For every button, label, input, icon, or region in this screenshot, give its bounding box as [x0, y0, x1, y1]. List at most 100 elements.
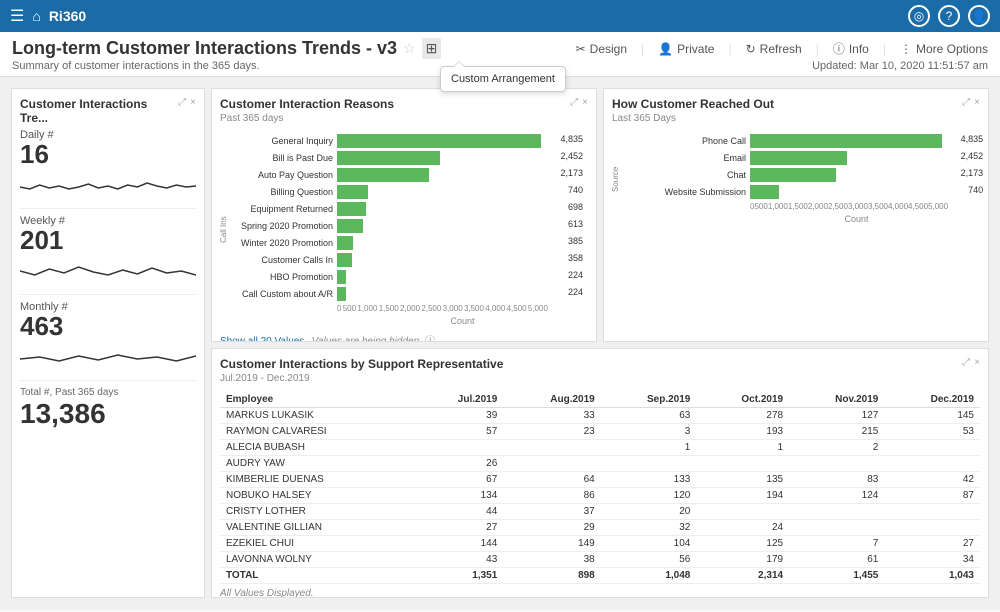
table-cell-value — [789, 504, 884, 520]
table-cell-value: 215 — [789, 424, 884, 440]
table-cell-value: 149 — [503, 536, 600, 552]
private-action[interactable]: 👤 Private — [658, 42, 714, 56]
table-cell-value: 144 — [414, 536, 503, 552]
table-cell-value — [696, 504, 789, 520]
table-cell-value: 67 — [414, 472, 503, 488]
interaction-menu-icon[interactable]: × — [582, 97, 588, 108]
table-expand-icon[interactable]: ⤢ — [962, 357, 970, 368]
more-options-action[interactable]: ⋮ More Options — [900, 42, 988, 56]
bar-label: Customer Calls In — [232, 255, 337, 265]
kpi-monthly-sparkline — [20, 339, 196, 367]
table-cell-value: 34 — [884, 552, 980, 568]
bar-fill — [337, 270, 346, 284]
kpi-menu-icon[interactable]: × — [190, 97, 196, 108]
table-header: Employee — [220, 392, 414, 408]
hidden-note: Values are being hidden. — [312, 336, 422, 342]
show-all-link[interactable]: Show all 20 Values — [220, 336, 304, 342]
private-icon: 👤 — [658, 42, 673, 56]
bar-container: 740 — [337, 185, 548, 199]
table-cell-value: 27 — [884, 536, 980, 552]
table-row: CRISTY LOTHER443720 — [220, 504, 980, 520]
table-cell-value: 3 — [601, 424, 697, 440]
bar-fill — [337, 202, 366, 216]
table-cell-value: 1,048 — [601, 568, 697, 584]
how-reached-title: How Customer Reached Out — [612, 97, 774, 111]
table-row: TOTAL1,3518981,0482,3141,4551,043 — [220, 568, 980, 584]
refresh-icon: ↻ — [746, 42, 756, 56]
kpi-weekly-sparkline — [20, 253, 196, 281]
bar-label: Equipment Returned — [232, 204, 337, 214]
refresh-action[interactable]: ↻ Refresh — [746, 42, 802, 56]
kpi-panel-title: Customer Interactions Tre... — [20, 97, 178, 125]
star-icon[interactable]: ☆ — [403, 40, 416, 57]
table-header: Sep.2019 — [601, 392, 697, 408]
custom-arrangement-tooltip: Custom Arrangement — [440, 66, 566, 92]
design-icon: ✂ — [576, 42, 586, 56]
table-cell-name: CRISTY LOTHER — [220, 504, 414, 520]
table-cell-value — [884, 520, 980, 536]
updated-timestamp: Updated: Mar 10, 2020 11:51:57 am — [812, 60, 988, 72]
how-reached-expand-icon[interactable]: ⤢ — [962, 97, 970, 108]
table-cell-name: TOTAL — [220, 568, 414, 584]
app-name: Ri360 — [49, 8, 86, 24]
table-row: NOBUKO HALSEY1348612019412487 — [220, 488, 980, 504]
table-header: Jul.2019 — [414, 392, 503, 408]
how-reached-menu-icon[interactable]: × — [974, 97, 980, 108]
how-reached-y-axis-label: Source — [612, 134, 620, 224]
bar-value: 385 — [568, 236, 583, 246]
bar-label: Billing Question — [232, 187, 337, 197]
bar-row: Bill is Past Due 2,452 — [232, 151, 588, 165]
table-cell-value: 53 — [884, 424, 980, 440]
bar-fill — [337, 236, 353, 250]
bar-container: 4,835 — [337, 134, 548, 148]
kpi-total-value: 13,386 — [20, 398, 196, 430]
design-action[interactable]: ✂ Design — [576, 42, 627, 56]
table-cell-value: 38 — [503, 552, 600, 568]
support-table-title: Customer Interactions by Support Represe… — [220, 357, 503, 371]
home-icon[interactable]: ⌂ — [32, 8, 40, 24]
table-cell-value: 29 — [503, 520, 600, 536]
network-icon[interactable]: ◎ — [908, 5, 930, 27]
interaction-reasons-title: Customer Interaction Reasons — [220, 97, 394, 111]
bar-value: 2,173 — [961, 168, 984, 178]
bar-label: Spring 2020 Promotion — [232, 221, 337, 231]
bar-fill — [750, 185, 779, 199]
kpi-expand-icon[interactable]: ⤢ — [178, 97, 186, 108]
user-icon[interactable]: 👤 — [968, 5, 990, 27]
ellipsis-icon: ⋮ — [900, 42, 912, 56]
table-cell-value: 56 — [601, 552, 697, 568]
bar-value: 2,173 — [560, 168, 583, 178]
table-cell-value: 1,455 — [789, 568, 884, 584]
bar-label: Phone Call — [620, 136, 750, 146]
info-action[interactable]: ⓘ Info — [833, 40, 869, 57]
bar-value: 2,452 — [961, 151, 984, 161]
table-cell-value: 2 — [789, 440, 884, 456]
topbar-right: ◎ ? 👤 — [908, 5, 990, 27]
table-row: RAYMON CALVARESI5723319321553 — [220, 424, 980, 440]
grid-icon[interactable]: ⊞ — [422, 38, 442, 59]
table-cell-value: 278 — [696, 408, 789, 424]
info-icon: ⓘ — [833, 40, 845, 57]
interaction-reasons-panel: Customer Interaction Reasons Past 365 da… — [211, 88, 597, 342]
bar-value: 224 — [568, 270, 583, 280]
bar-fill — [337, 168, 429, 182]
table-cell-value: 1 — [696, 440, 789, 456]
bar-value: 224 — [568, 287, 583, 297]
table-cell-value: 20 — [601, 504, 697, 520]
table-menu-icon[interactable]: × — [974, 357, 980, 368]
table-cell-value: 194 — [696, 488, 789, 504]
table-cell-value: 133 — [601, 472, 697, 488]
interaction-expand-icon[interactable]: ⤢ — [570, 97, 578, 108]
bar-container: 224 — [337, 270, 548, 284]
table-cell-value — [789, 520, 884, 536]
bar-fill — [337, 151, 440, 165]
table-cell-value: 1 — [601, 440, 697, 456]
help-icon[interactable]: ? — [938, 5, 960, 27]
table-cell-value: 27 — [414, 520, 503, 536]
table-cell-value: 193 — [696, 424, 789, 440]
bar-row: Auto Pay Question 2,173 — [232, 168, 588, 182]
bar-row: Winter 2020 Promotion 385 — [232, 236, 588, 250]
hamburger-icon[interactable]: ☰ — [10, 6, 24, 26]
bar-row: Billing Question 740 — [232, 185, 588, 199]
kpi-weekly-section: Weekly # 201 — [20, 215, 196, 284]
